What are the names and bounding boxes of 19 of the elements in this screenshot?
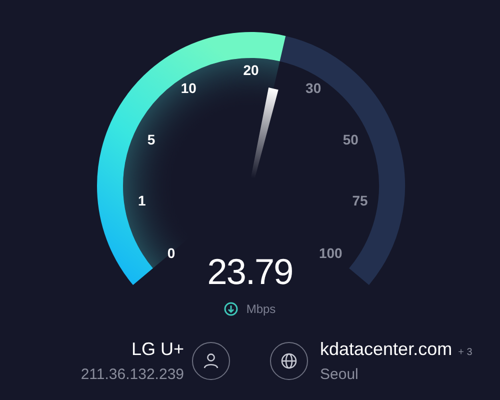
scale-label: 1 [138, 192, 146, 208]
server-name: kdatacenter.com [320, 338, 452, 360]
scale-label: 5 [147, 132, 156, 148]
provider-ip: 211.36.132.239 [80, 365, 184, 385]
scale-label: 20 [243, 62, 259, 78]
download-icon [224, 302, 238, 316]
scale-label: 75 [352, 192, 368, 208]
speed-unit: Mbps [246, 301, 276, 318]
user-icon [192, 342, 230, 380]
speed-value: 23.79 [207, 250, 293, 294]
provider-name: LG U+ [131, 338, 184, 360]
globe-icon [270, 342, 308, 380]
scale-label: 0 [167, 244, 176, 261]
scale-label: 100 [319, 244, 342, 261]
scale-label: 30 [306, 80, 322, 96]
scale-label: 10 [180, 80, 196, 96]
server-extra: + 3 [458, 346, 472, 360]
scale-label: 50 [342, 132, 358, 148]
server-location: Seoul [320, 365, 360, 385]
